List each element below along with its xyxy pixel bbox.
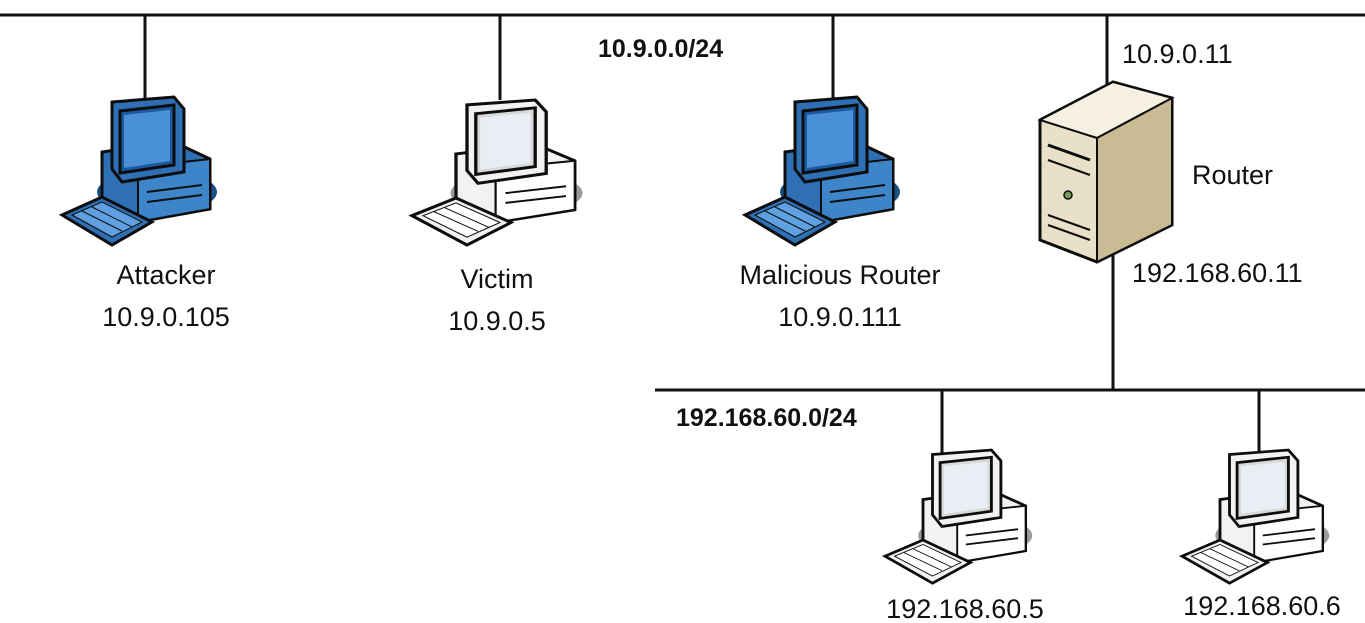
network-label-top: 10.9.0.0/24 — [598, 35, 723, 63]
host-b-computer-icon[interactable] — [1180, 448, 1331, 585]
victim-ip: 10.9.0.5 — [448, 306, 546, 336]
malicious-router-name: Malicious Router — [739, 260, 940, 290]
attacker-name: Attacker — [116, 260, 215, 290]
host-a-computer-icon[interactable] — [883, 448, 1034, 585]
malicious-router-computer-icon[interactable] — [743, 95, 902, 247]
victim-name: Victim — [460, 264, 533, 294]
victim-computer-icon[interactable] — [410, 98, 585, 247]
router-server-icon[interactable] — [1037, 80, 1175, 264]
host-a-ip: 192.168.60.5 — [886, 594, 1044, 623]
router-ip-bottom: 192.168.60.11 — [1132, 258, 1303, 288]
network-label-bottom: 192.168.60.0/24 — [676, 404, 857, 432]
host-b-ip: 192.168.60.6 — [1183, 591, 1341, 621]
attacker-ip: 10.9.0.105 — [102, 302, 230, 332]
router-ip-top: 10.9.0.11 — [1122, 39, 1233, 69]
attacker-computer-icon[interactable] — [60, 95, 219, 247]
malicious-router-ip: 10.9.0.111 — [778, 302, 902, 332]
network-diagram: 10.9.0.0/24 192.168.60.0/24 Attacker 10.… — [0, 13, 1365, 623]
router-name: Router — [1192, 160, 1273, 190]
